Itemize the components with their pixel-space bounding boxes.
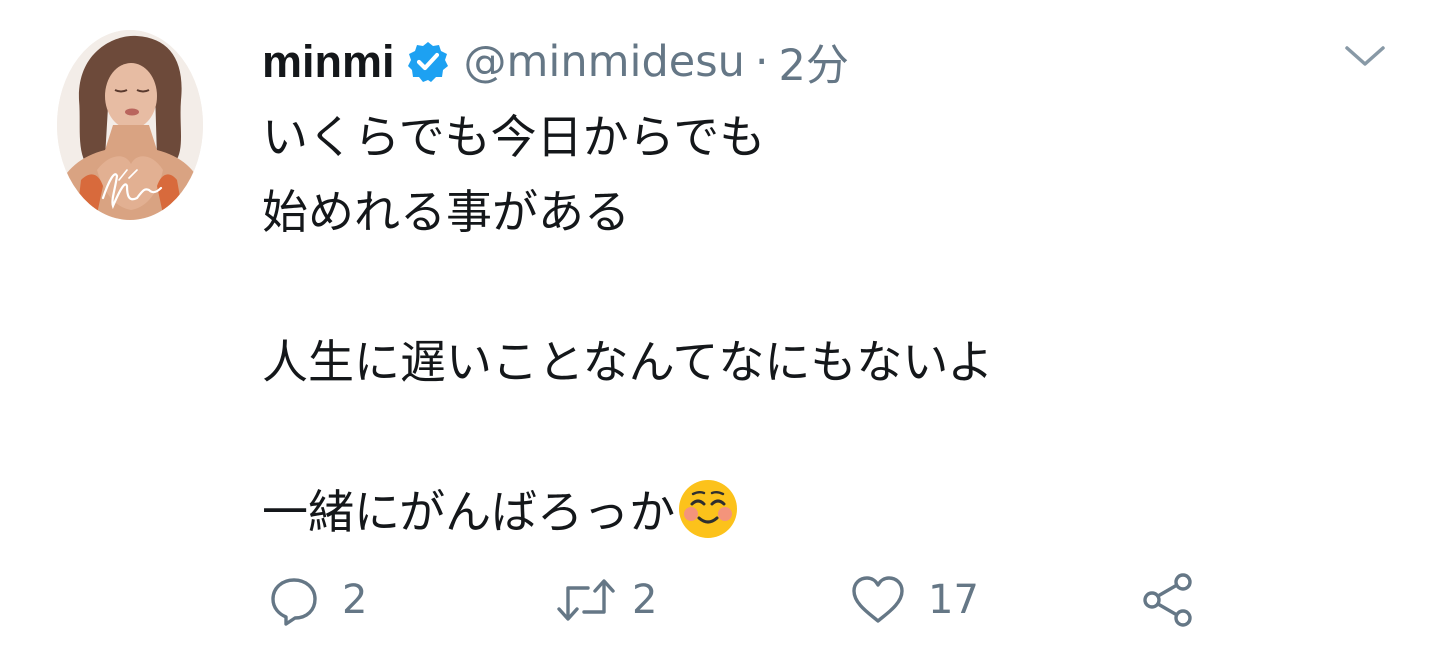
chevron-down-icon[interactable] [1341,38,1389,74]
retweet-button[interactable]: 2 [554,570,657,630]
like-icon [850,574,906,626]
like-count: 17 [928,577,979,623]
tweet-timestamp[interactable]: 2分 [779,31,849,93]
retweet-icon [554,574,618,626]
user-handle[interactable]: @minmidesu [464,37,745,87]
tweet-text-line [262,250,1362,325]
share-icon [1140,571,1198,629]
tweet-text-line [262,400,1362,475]
tweet-text-line: 人生に遅いことなんてなにもないよ [262,335,994,389]
tweet-actions: 2 2 17 [262,570,1262,630]
like-button[interactable]: 17 [850,570,979,630]
verified-badge-icon [406,40,450,84]
tweet-text-line: 一緒にがんばろっか [262,485,676,539]
reply-count: 2 [342,577,368,623]
tweet-card[interactable]: minmi @minmidesu · 2分 いくらでも今日からでも 始めれる事が… [0,0,1434,667]
smiling-face-emoji-icon [677,478,739,540]
display-name[interactable]: minmi [262,36,395,88]
tweet-text-line: いくらでも今日からでも [262,110,766,164]
avatar[interactable] [57,30,203,220]
reply-button[interactable]: 2 [268,570,367,630]
tweet-text-line: 始めれる事がある [262,185,630,239]
reply-icon [268,574,320,626]
retweet-count: 2 [632,577,658,623]
separator-dot: · [754,37,769,87]
tweet-text: いくらでも今日からでも 始めれる事がある 人生に遅いことなんてなにもないよ 一緒… [262,100,1362,550]
share-button[interactable] [1140,570,1198,630]
tweet-text-line-last: 一緒にがんばろっか [262,475,1362,550]
tweet-header: minmi @minmidesu · 2分 [262,31,849,93]
